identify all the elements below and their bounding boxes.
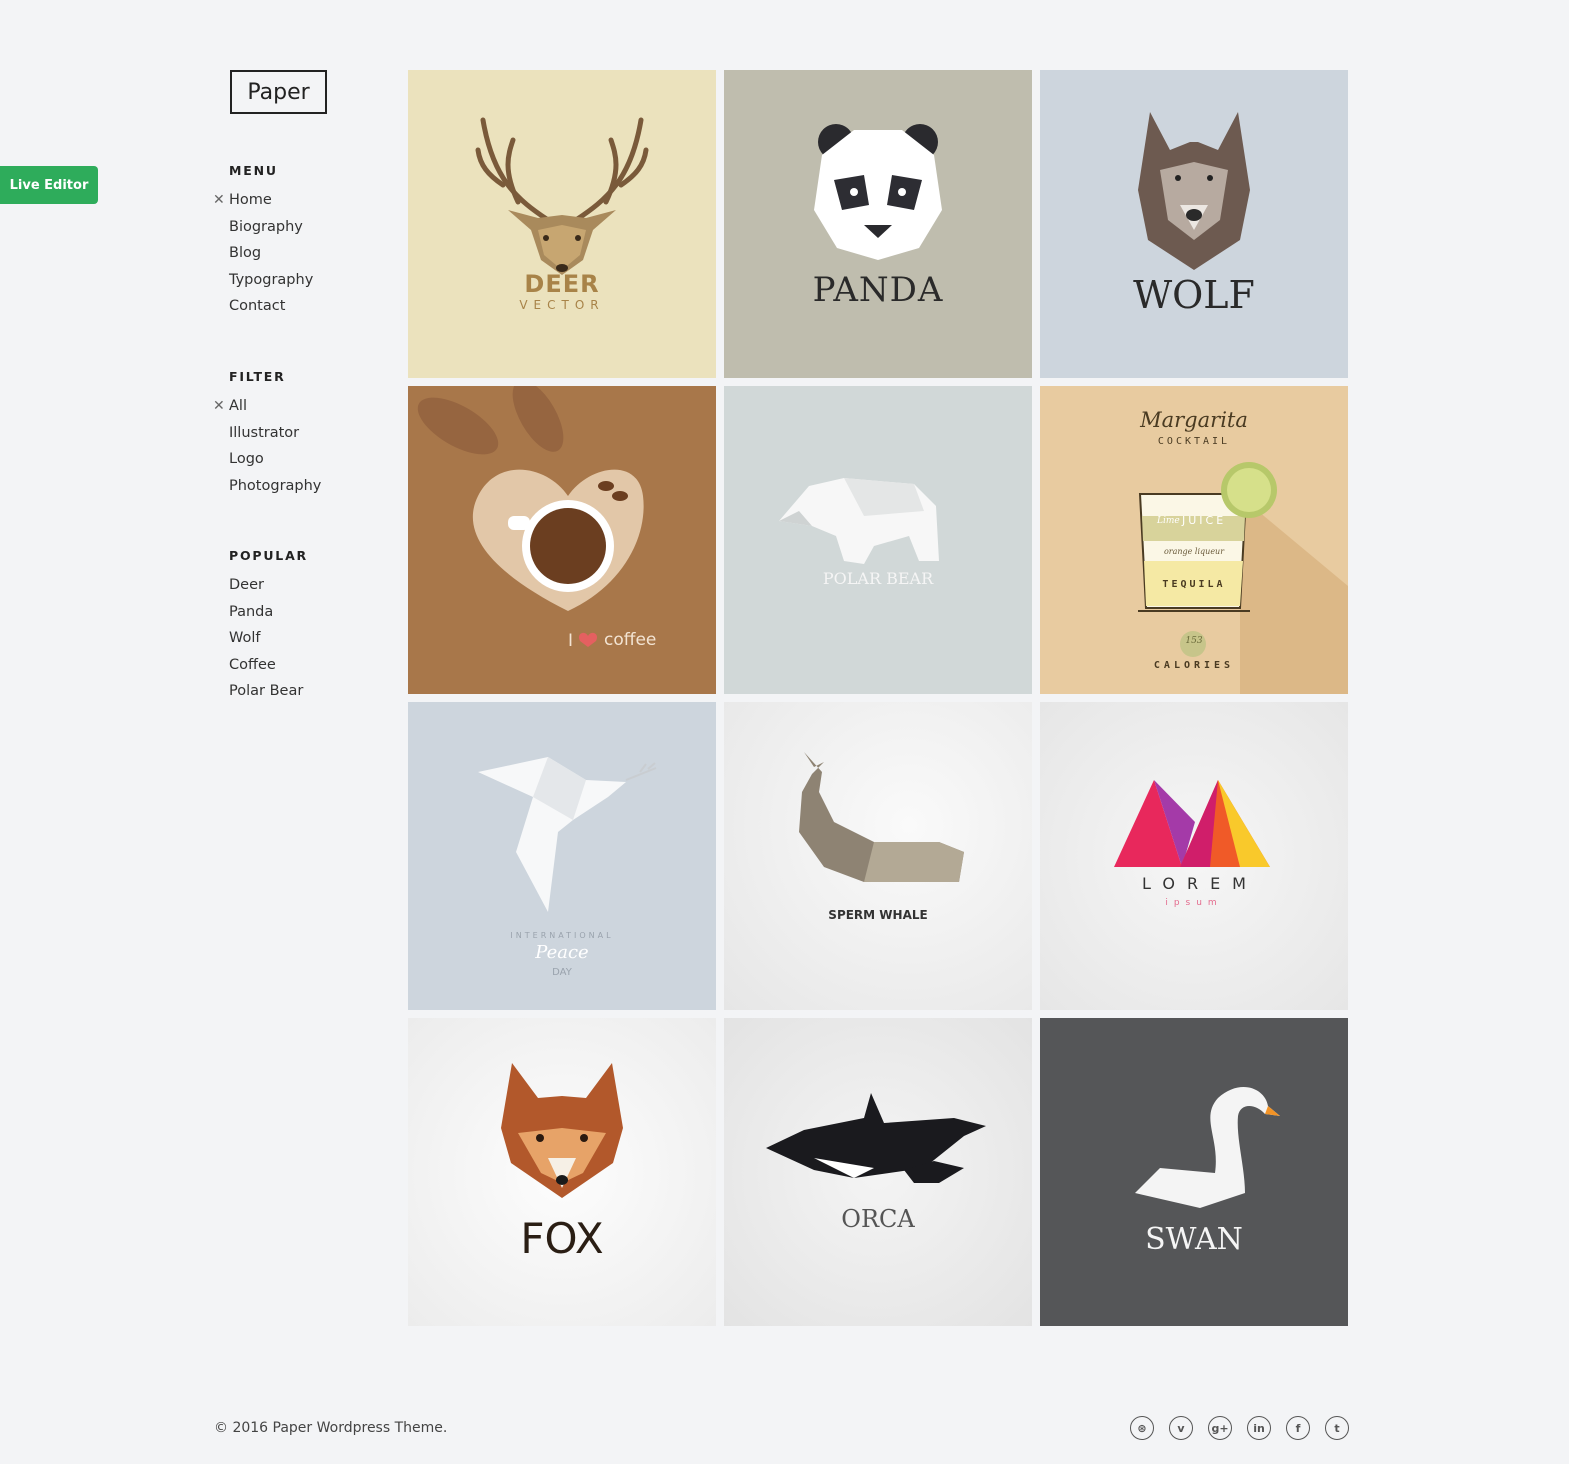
menu-section: MENU ✕ Home Biography Blog Typography Con… <box>212 163 313 323</box>
popular-item-wolf[interactable]: Wolf <box>212 628 308 655</box>
popular-item-panda[interactable]: Panda <box>212 602 308 629</box>
panda-illustration <box>814 124 942 260</box>
google-plus-icon[interactable]: g+ <box>1208 1416 1232 1440</box>
tile-coffee[interactable]: I coffee <box>408 386 716 694</box>
polar-bear-title: POLAR BEAR <box>822 569 934 588</box>
margarita-subtitle: COCKTAIL <box>1157 436 1231 447</box>
filter-item-illustrator[interactable]: Illustrator <box>212 423 321 450</box>
social-links: ⊛ v g+ in f t <box>1130 1416 1349 1440</box>
tile-fox[interactable]: FOX <box>408 1018 716 1326</box>
coffee-prefix: I <box>568 631 574 651</box>
menu-item-blog[interactable]: Blog <box>212 243 313 270</box>
orca-title: ORCA <box>841 1205 915 1233</box>
active-x-icon: ✕ <box>213 398 225 414</box>
filter-item-photography[interactable]: Photography <box>212 476 321 503</box>
menu-item-biography[interactable]: Biography <box>212 217 313 244</box>
facebook-icon[interactable]: f <box>1286 1416 1310 1440</box>
fox-illustration <box>501 1063 623 1198</box>
popular-heading: POPULAR <box>229 548 308 563</box>
peace-line3: DAY <box>552 967 572 978</box>
tile-wolf[interactable]: WOLF <box>1040 70 1348 378</box>
filter-item-logo[interactable]: Logo <box>212 449 321 476</box>
margarita-calories-label: CALORIES <box>1153 660 1235 671</box>
tile-panda[interactable]: PANDA <box>724 70 1032 378</box>
active-x-icon: ✕ <box>213 192 225 208</box>
wolf-title: WOLF <box>1133 273 1255 317</box>
tile-deer[interactable]: DEER VECTOR <box>408 70 716 378</box>
deer-illustration <box>475 117 649 275</box>
orca-illustration <box>766 1093 986 1183</box>
popular-item-coffee[interactable]: Coffee <box>212 655 308 682</box>
portfolio-grid: DEER VECTOR PANDA WOLF I coffee POLAR BE… <box>408 70 1349 1327</box>
tile-sperm-whale[interactable]: SPERM WHALE <box>724 702 1032 1010</box>
filter-item-all[interactable]: ✕ All <box>212 396 321 423</box>
popular-item-deer[interactable]: Deer <box>212 575 308 602</box>
tile-peace-day[interactable]: INTERNATIONAL Peace DAY <box>408 702 716 1010</box>
menu-heading: MENU <box>229 163 278 178</box>
tile-orca[interactable]: ORCA <box>724 1018 1032 1326</box>
filter-section: FILTER ✕ All Illustrator Logo Photography <box>212 369 321 502</box>
deer-subtitle: VECTOR <box>519 298 605 312</box>
margarita-layer3: TEQUILA <box>1162 579 1226 590</box>
site-logo[interactable]: Paper <box>230 70 327 114</box>
popular-item-polar-bear[interactable]: Polar Bear <box>212 681 308 708</box>
dove-illustration <box>478 757 657 912</box>
live-editor-button[interactable]: Live Editor <box>0 166 98 204</box>
filter-heading: FILTER <box>229 369 286 384</box>
dribbble-icon[interactable]: ⊛ <box>1130 1416 1154 1440</box>
margarita-layer1-prefix: Lime <box>1157 516 1180 526</box>
tile-polar-bear[interactable]: POLAR BEAR <box>724 386 1032 694</box>
swan-illustration <box>1135 1086 1280 1208</box>
panda-title: PANDA <box>812 270 944 310</box>
whale-title: SPERM WHALE <box>828 908 928 922</box>
peace-line1: INTERNATIONAL <box>510 931 614 940</box>
margarita-title: Margarita <box>1140 408 1248 432</box>
swan-title: SWAN <box>1145 1222 1243 1257</box>
coffee-title: coffee <box>604 630 657 650</box>
margarita-calories-value: 153 <box>1185 636 1203 646</box>
wolf-illustration <box>1138 112 1250 270</box>
margarita-illustration <box>1138 462 1348 694</box>
twitter-icon[interactable]: t <box>1325 1416 1349 1440</box>
vimeo-icon[interactable]: v <box>1169 1416 1193 1440</box>
lorem-logo-illustration <box>1114 780 1270 867</box>
linkedin-icon[interactable]: in <box>1247 1416 1271 1440</box>
margarita-layer2: orange liqueur <box>1163 547 1225 556</box>
deer-title: DEER <box>524 270 600 298</box>
fox-title: FOX <box>520 1214 604 1263</box>
tile-lorem[interactable]: LOREM ipsum <box>1040 702 1348 1010</box>
margarita-layer1: JUICE <box>1182 514 1227 527</box>
whale-illustration <box>799 752 964 882</box>
lorem-subtitle: ipsum <box>1165 898 1223 908</box>
menu-item-home[interactable]: ✕ Home <box>212 190 313 217</box>
tile-swan[interactable]: SWAN <box>1040 1018 1348 1326</box>
peace-line2: Peace <box>535 942 589 963</box>
popular-section: POPULAR Deer Panda Wolf Coffee Polar Bea… <box>212 548 308 708</box>
menu-item-contact[interactable]: Contact <box>212 296 313 323</box>
lorem-title: LOREM <box>1142 874 1258 893</box>
coffee-illustration <box>417 386 644 647</box>
menu-item-typography[interactable]: Typography <box>212 270 313 297</box>
tile-margarita[interactable]: Margarita COCKTAIL Lime JUICE orange liq… <box>1040 386 1348 694</box>
polar-bear-illustration <box>779 478 939 564</box>
copyright: © 2016 Paper Wordpress Theme. <box>214 1420 448 1436</box>
